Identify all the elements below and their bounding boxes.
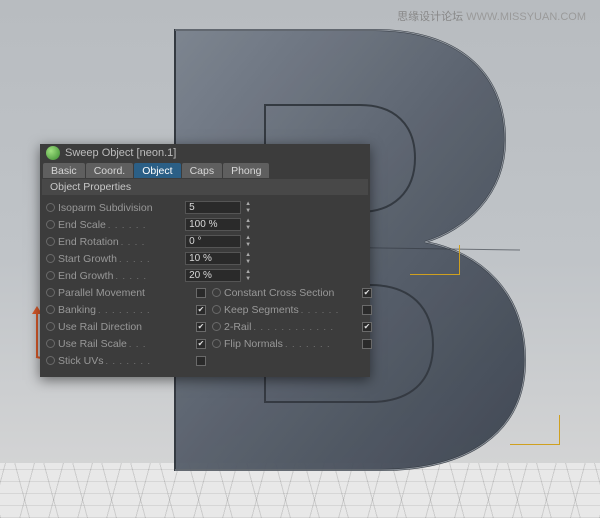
- constant-cross-section-checkbox[interactable]: [362, 288, 372, 298]
- use-rail-direction-checkbox[interactable]: [196, 322, 206, 332]
- flip-normals-checkbox[interactable]: [362, 339, 372, 349]
- panel-tabs: Basic Coord. Object Caps Phong: [40, 162, 370, 179]
- anim-dot-icon[interactable]: [46, 220, 55, 229]
- banking-checkbox[interactable]: [196, 305, 206, 315]
- anim-dot-icon[interactable]: [46, 203, 55, 212]
- end-growth-field[interactable]: 20 %: [185, 269, 241, 282]
- tab-coord[interactable]: Coord.: [86, 163, 134, 178]
- prop-row-isoparm: Isoparm Subdivision 5: [46, 199, 364, 216]
- anim-dot-icon[interactable]: [46, 305, 55, 314]
- tab-basic[interactable]: Basic: [43, 163, 85, 178]
- anim-dot-icon[interactable]: [212, 288, 221, 297]
- anim-dot-icon[interactable]: [46, 322, 55, 331]
- anim-dot-icon[interactable]: [46, 271, 55, 280]
- anim-dot-icon[interactable]: [46, 254, 55, 263]
- end-scale-field[interactable]: 100 %: [185, 218, 241, 231]
- sweep-object-icon: [46, 146, 60, 160]
- anim-dot-icon[interactable]: [46, 237, 55, 246]
- spinner-icon[interactable]: [244, 235, 252, 248]
- section-title: Object Properties: [42, 179, 368, 195]
- anim-dot-icon[interactable]: [46, 288, 55, 297]
- selection-bracket: [410, 245, 460, 275]
- isoparm-field[interactable]: 5: [185, 201, 241, 214]
- spinner-icon[interactable]: [244, 252, 252, 265]
- anim-dot-icon[interactable]: [46, 339, 55, 348]
- spinner-icon[interactable]: [244, 269, 252, 282]
- tab-phong[interactable]: Phong: [223, 163, 269, 178]
- prop-row-end-rotation: End Rotation. . . . 0 °: [46, 233, 364, 250]
- selection-bracket: [510, 415, 560, 445]
- property-grid: Isoparm Subdivision 5 End Scale. . . . .…: [40, 195, 370, 371]
- end-rotation-field[interactable]: 0 °: [185, 235, 241, 248]
- panel-title-bar: Sweep Object [neon.1]: [40, 144, 370, 162]
- attribute-panel: Sweep Object [neon.1] Basic Coord. Objec…: [40, 144, 370, 377]
- tab-caps[interactable]: Caps: [182, 163, 223, 178]
- anim-dot-icon[interactable]: [212, 339, 221, 348]
- prop-row-end-scale: End Scale. . . . . . 100 %: [46, 216, 364, 233]
- parallel-movement-checkbox[interactable]: [196, 288, 206, 298]
- start-growth-field[interactable]: 10 %: [185, 252, 241, 265]
- anim-dot-icon[interactable]: [212, 322, 221, 331]
- 2-rail-checkbox[interactable]: [362, 322, 372, 332]
- spinner-icon[interactable]: [244, 201, 252, 214]
- anim-dot-icon[interactable]: [212, 305, 221, 314]
- anim-dot-icon[interactable]: [46, 356, 55, 365]
- panel-title-text: Sweep Object [neon.1]: [65, 147, 176, 159]
- prop-row-start-growth: Start Growth. . . . . 10 %: [46, 250, 364, 267]
- prop-row-end-growth: End Growth. . . . . 20 %: [46, 267, 364, 284]
- use-rail-scale-checkbox[interactable]: [196, 339, 206, 349]
- spinner-icon[interactable]: [244, 218, 252, 231]
- stick-uvs-checkbox[interactable]: [196, 356, 206, 366]
- tab-object[interactable]: Object: [134, 163, 180, 178]
- keep-segments-checkbox[interactable]: [362, 305, 372, 315]
- viewport-3d[interactable]: 思缘设计论坛 WWW.MISSYUAN.COM Sweep Object [ne…: [0, 0, 600, 518]
